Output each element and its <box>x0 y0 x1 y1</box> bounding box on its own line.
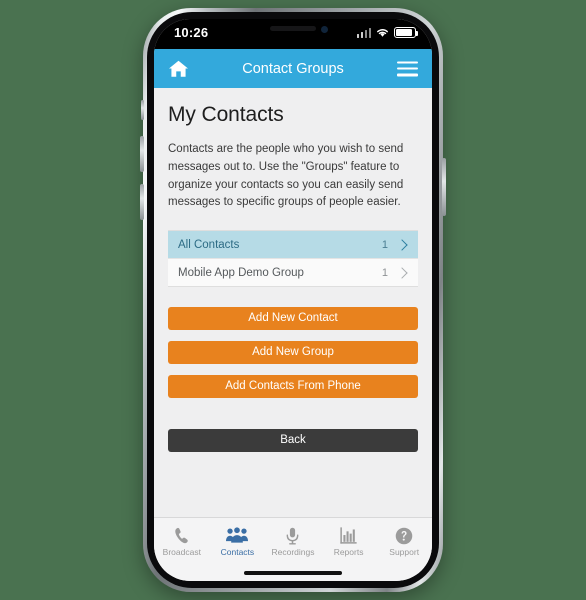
app-screen: 10:26 Contact Groups My Contacts Contact… <box>154 19 432 581</box>
people-icon <box>226 526 249 545</box>
contact-groups-list: All Contacts 1 Mobile App Demo Group 1 <box>168 230 418 288</box>
add-new-group-button[interactable]: Add New Group <box>168 341 418 365</box>
signal-bars-icon <box>356 27 371 38</box>
page-description: Contacts are the people who you wish to … <box>168 143 404 209</box>
status-bar-time: 10:26 <box>174 25 209 40</box>
tab-recordings[interactable]: Recordings <box>265 518 321 565</box>
volume-up-button[interactable] <box>140 136 144 172</box>
bottom-tab-bar: Broadcast Contacts Recordings Reports Su… <box>154 517 432 565</box>
front-camera <box>321 26 328 33</box>
add-new-contact-button[interactable]: Add New Contact <box>168 307 418 331</box>
list-item-count: 1 <box>381 238 388 251</box>
tab-broadcast[interactable]: Broadcast <box>154 518 210 565</box>
action-buttons-group: Add New Contact Add New Group Add Contac… <box>168 307 418 399</box>
tab-label: Recordings <box>271 547 315 557</box>
tab-label: Broadcast <box>162 547 201 557</box>
volume-down-button[interactable] <box>140 184 144 220</box>
list-item-count: 1 <box>381 266 388 279</box>
earpiece-speaker <box>270 26 316 31</box>
phone-screen-area: 10:26 Contact Groups My Contacts Contact… <box>154 19 432 581</box>
main-content: My Contacts Contacts are the people who … <box>154 88 432 517</box>
page-title: My Contacts <box>168 103 284 126</box>
battery-icon <box>394 27 419 38</box>
status-bar-indicators <box>356 27 419 38</box>
tab-label: Reports <box>333 547 364 557</box>
chevron-right-icon <box>396 239 408 251</box>
power-button[interactable] <box>442 158 446 216</box>
tab-label: Support <box>389 547 420 557</box>
silent-switch-button[interactable] <box>141 100 144 120</box>
list-item-mobile-app-demo-group[interactable]: Mobile App Demo Group 1 <box>168 259 418 286</box>
list-item-label: Mobile App Demo Group <box>178 266 304 279</box>
chevron-right-icon <box>396 267 408 279</box>
bar-chart-icon <box>340 526 357 545</box>
home-icon[interactable] <box>168 59 189 78</box>
tab-support[interactable]: Support <box>376 518 432 565</box>
tab-label: Contacts <box>220 547 255 557</box>
list-item-all-contacts[interactable]: All Contacts 1 <box>168 231 418 260</box>
microphone-icon <box>286 526 299 545</box>
add-contacts-from-phone-button[interactable]: Add Contacts From Phone <box>168 375 418 399</box>
tab-reports[interactable]: Reports <box>321 518 377 565</box>
page-title-header: Contact Groups <box>242 60 344 77</box>
back-button[interactable]: Back <box>168 429 418 453</box>
list-item-label: All Contacts <box>178 238 240 251</box>
device-notch <box>237 19 349 43</box>
tab-contacts[interactable]: Contacts <box>210 518 266 565</box>
app-header-bar: Contact Groups <box>154 49 432 88</box>
help-circle-icon <box>395 526 413 545</box>
home-indicator[interactable] <box>154 565 432 581</box>
phone-device-mockup: 10:26 Contact Groups My Contacts Contact… <box>140 8 446 592</box>
status-bar: 10:26 <box>154 19 432 49</box>
phone-icon <box>174 526 189 545</box>
hamburger-menu-icon[interactable] <box>397 61 418 76</box>
wifi-icon <box>377 29 388 37</box>
